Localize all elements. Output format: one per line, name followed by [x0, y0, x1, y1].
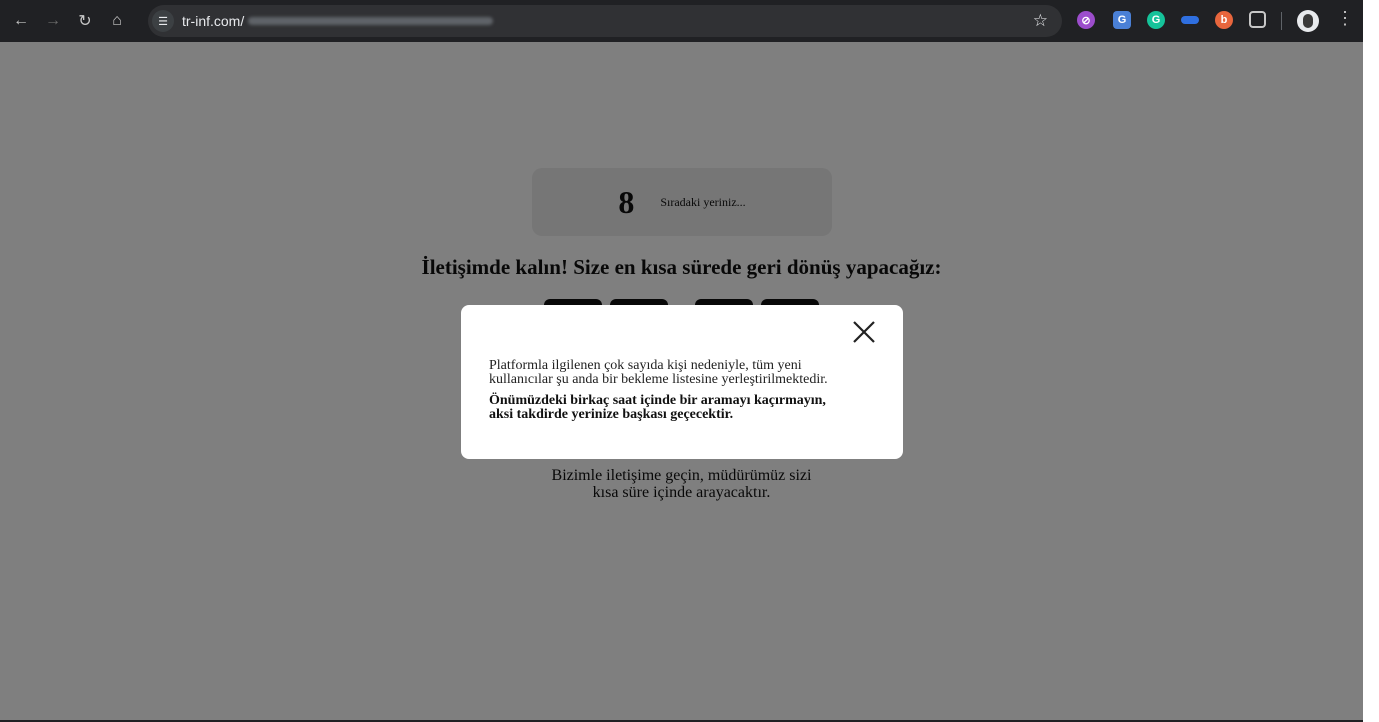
url-path-redacted: [248, 17, 494, 25]
home-icon[interactable]: ⌂: [106, 10, 128, 32]
profile-avatar[interactable]: [1297, 10, 1319, 32]
extension-block-icon[interactable]: ⊘: [1077, 11, 1095, 29]
extension-orange-icon[interactable]: b: [1215, 11, 1233, 29]
window-edge: [1363, 0, 1379, 722]
browser-toolbar: ← → ↻ ⌂ ☰ tr-inf.com/ ☆ ⊘ G G b ⋮: [0, 0, 1363, 42]
back-icon[interactable]: ←: [10, 10, 32, 32]
menu-kebab-icon[interactable]: ⋮: [1336, 8, 1354, 29]
toolbar-separator: [1281, 12, 1282, 30]
address-bar[interactable]: ☰ tr-inf.com/ ☆: [148, 5, 1062, 37]
modal-message-line: Platformla ilgilenen çok sayıda kişi ned…: [489, 358, 802, 373]
modal-message: Platformla ilgilenen çok sayıda kişi ned…: [489, 359, 879, 387]
extension-translate-icon[interactable]: G: [1113, 11, 1131, 29]
waitlist-modal: Platformla ilgilenen çok sayıda kişi ned…: [461, 305, 903, 459]
modal-message-line: kullanıcılar şu anda bir bekleme listesi…: [489, 372, 828, 387]
extension-grammarly-icon[interactable]: G: [1147, 11, 1165, 29]
page-content: 8 Sıradaki yeriniz... İletişimde kalın! …: [0, 42, 1363, 720]
extensions-icon[interactable]: [1249, 11, 1266, 28]
forward-icon[interactable]: →: [42, 10, 64, 32]
close-icon[interactable]: [851, 319, 877, 345]
modal-warning-line: aksi takdirde yerinize başkası geçecekti…: [489, 407, 734, 422]
bookmark-star-icon[interactable]: ☆: [1033, 11, 1048, 31]
site-settings-icon[interactable]: ☰: [152, 10, 174, 32]
reload-icon[interactable]: ↻: [74, 10, 96, 32]
modal-warning-line: Önümüzdeki birkaç saat içinde bir aramay…: [489, 393, 826, 408]
extension-blue-icon[interactable]: [1181, 16, 1199, 24]
modal-warning: Önümüzdeki birkaç saat içinde bir aramay…: [489, 394, 879, 422]
url-text: tr-inf.com/: [182, 13, 245, 29]
